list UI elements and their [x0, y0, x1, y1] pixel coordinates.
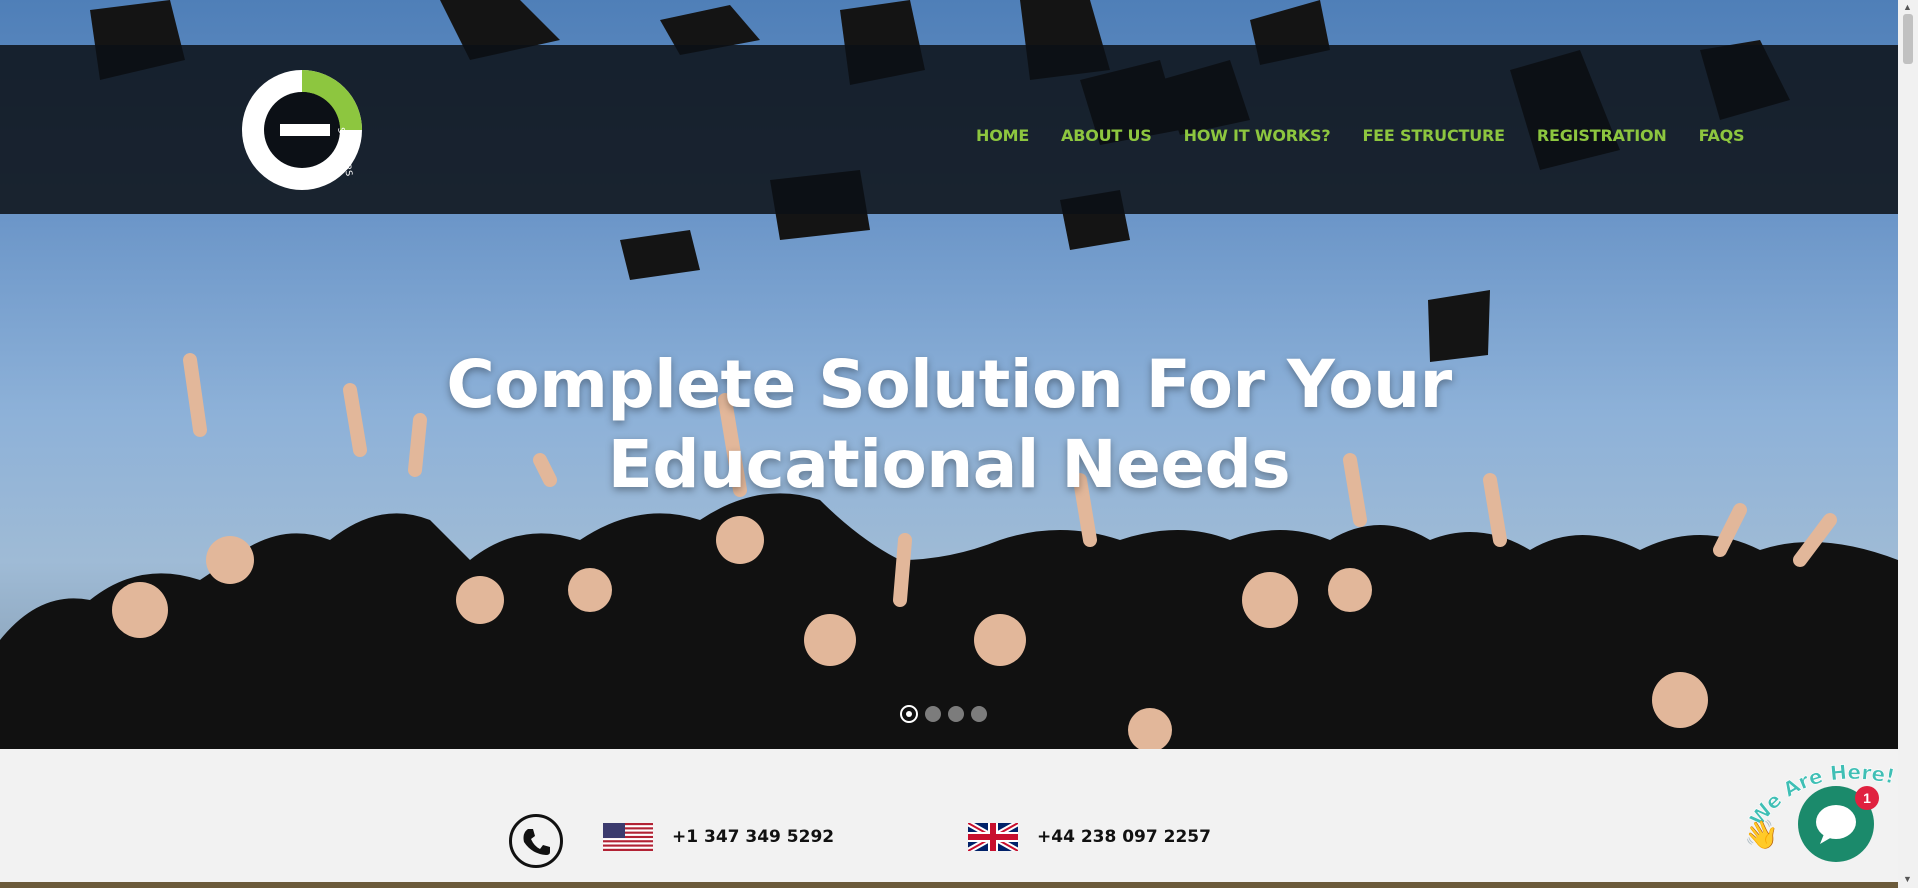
waving-hand-icon: 👋 [1744, 819, 1779, 850]
hero-headline-line1: Complete Solution For Your [446, 346, 1452, 423]
contact-bar [0, 749, 1898, 888]
uk-flag-icon [968, 823, 1018, 851]
scroll-up-icon[interactable]: ▲ [1903, 2, 1912, 12]
nav-faqs[interactable]: FAQS [1699, 126, 1745, 145]
nav-about-us[interactable]: ABOUT US [1061, 126, 1152, 145]
logo-icon: SCHOLARS [242, 70, 362, 190]
next-section-edge [0, 882, 1898, 888]
slider-dot-2[interactable] [925, 706, 941, 722]
nav-registration[interactable]: REGISTRATION [1537, 126, 1667, 145]
hero-banner: SCHOLARS HOME ABOUT US HOW IT WORKS? FEE… [0, 0, 1898, 749]
phone-glyph [523, 829, 550, 855]
nav-fee-structure[interactable]: FEE STRUCTURE [1362, 126, 1505, 145]
phone-icon [509, 814, 563, 868]
us-phone-number[interactable]: +1 347 349 5292 [672, 827, 834, 847]
page-scrollbar[interactable] [1898, 0, 1918, 888]
main-nav: HOME ABOUT US HOW IT WORKS? FEE STRUCTUR… [976, 126, 1776, 145]
slider-pagination [900, 705, 987, 723]
slider-dot-1[interactable] [900, 705, 918, 723]
chat-notification-badge: 1 [1855, 786, 1879, 810]
nav-how-it-works[interactable]: HOW IT WORKS? [1184, 126, 1331, 145]
uk-phone-number[interactable]: +44 238 097 2257 [1037, 827, 1211, 847]
us-flag-icon [603, 823, 653, 851]
hero-headline: Complete Solution For Your Educational N… [0, 345, 1898, 505]
scroll-down-icon[interactable]: ▼ [1903, 874, 1912, 884]
hero-headline-line2: Educational Needs [607, 426, 1291, 503]
slider-dot-3[interactable] [948, 706, 964, 722]
scroll-thumb[interactable] [1903, 14, 1913, 64]
slider-dot-4[interactable] [971, 706, 987, 722]
nav-home[interactable]: HOME [976, 126, 1029, 145]
e-scholars-logo[interactable]: SCHOLARS [240, 68, 365, 193]
